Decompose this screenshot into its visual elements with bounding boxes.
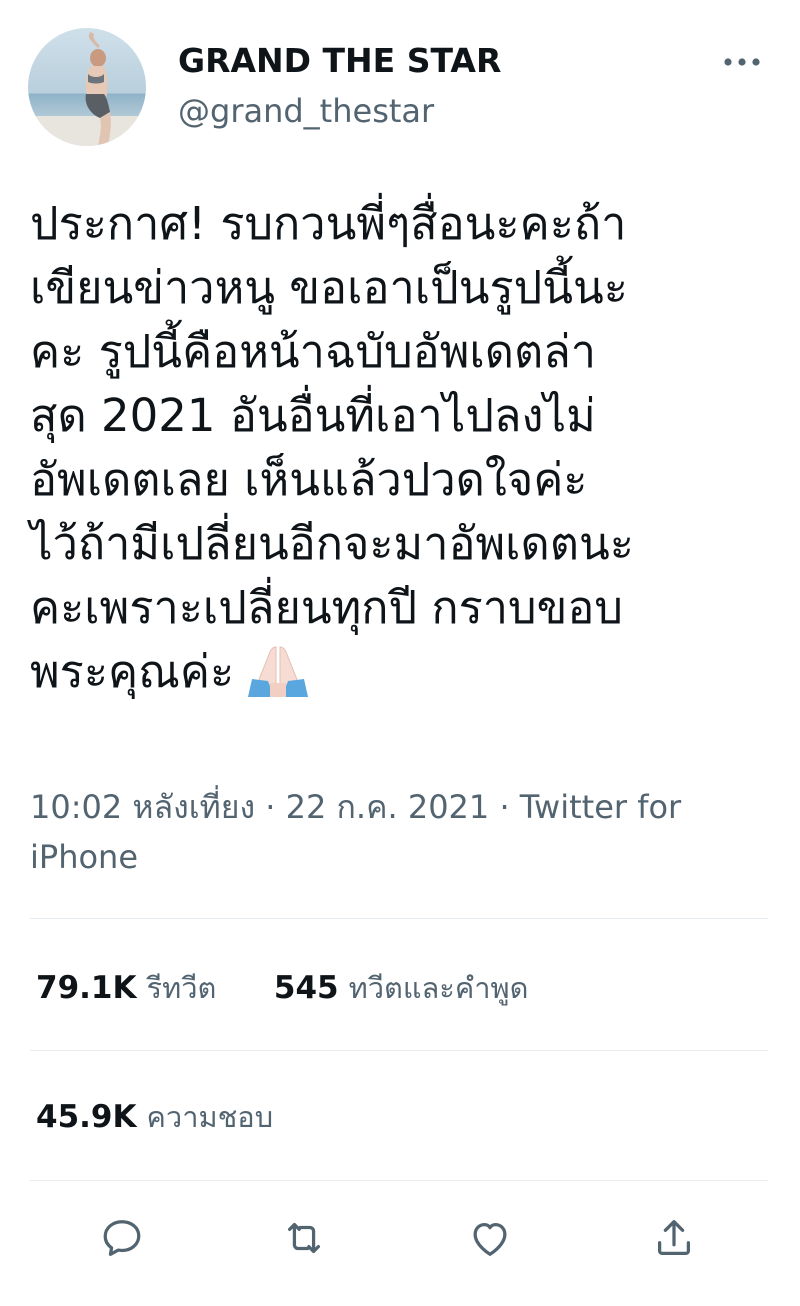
- stats-row-likes: 45.9K ความชอบ: [36, 1097, 273, 1138]
- more-horizontal-icon: [724, 58, 760, 66]
- like-button[interactable]: [462, 1210, 518, 1266]
- quotes-stat[interactable]: 545 ทวีตและคำพูด: [274, 968, 529, 1009]
- tweet-time-link[interactable]: 10:02 หลังเที่ยง: [30, 788, 255, 826]
- user-handle[interactable]: @grand_thestar: [178, 90, 434, 132]
- folded-hands-emoji-icon: [246, 645, 310, 714]
- tweet-date-link[interactable]: 22 ก.ค. 2021: [286, 788, 490, 826]
- display-name[interactable]: GRAND THE STAR: [178, 40, 501, 82]
- tweet-meta: 10:02 หลังเที่ยง · 22 ก.ค. 2021 · Twitte…: [30, 782, 750, 882]
- likes-count: 45.9K: [36, 1099, 137, 1135]
- stats-row-retweets: 79.1K รีทวีต 545 ทวีตและคำพูด: [36, 968, 529, 1009]
- more-options-button[interactable]: [712, 40, 772, 84]
- retweets-stat[interactable]: 79.1K รีทวีต: [36, 968, 216, 1009]
- tweet-time: 10:02 หลังเที่ยง: [30, 788, 256, 826]
- divider: [30, 1050, 768, 1051]
- retweet-icon: [287, 1222, 321, 1254]
- heart-icon: [473, 1222, 507, 1256]
- likes-stat[interactable]: 45.9K ความชอบ: [36, 1097, 273, 1138]
- reply-button[interactable]: [94, 1210, 150, 1266]
- divider: [30, 1180, 768, 1181]
- retweets-count: 79.1K: [36, 970, 137, 1006]
- reply-icon: [103, 1220, 141, 1256]
- meta-separator: ·: [499, 788, 510, 826]
- quotes-label: ทวีตและคำพูด: [348, 971, 529, 1005]
- meta-separator: ·: [265, 788, 276, 826]
- retweet-button[interactable]: [276, 1210, 332, 1266]
- tweet-detail: GRAND THE STAR @grand_thestar ประกาศ! รบ…: [0, 0, 800, 1306]
- quotes-count: 545: [273, 970, 339, 1006]
- tweet-text: ประกาศ! รบกวนพี่ๆสื่อนะคะถ้า เขียนข่าวหน…: [30, 197, 634, 698]
- share-icon: [657, 1220, 691, 1255]
- avatar-photo: [28, 28, 146, 146]
- avatar[interactable]: [28, 28, 146, 146]
- share-button[interactable]: [646, 1210, 702, 1266]
- divider: [30, 918, 768, 919]
- likes-label: ความชอบ: [146, 1100, 274, 1134]
- retweets-label: รีทวีต: [146, 971, 217, 1005]
- tweet-actions: [0, 1210, 800, 1270]
- tweet-body: ประกาศ! รบกวนพี่ๆสื่อนะคะถ้า เขียนข่าวหน…: [30, 192, 778, 714]
- tweet-date: 22 ก.ค. 2021: [285, 788, 490, 826]
